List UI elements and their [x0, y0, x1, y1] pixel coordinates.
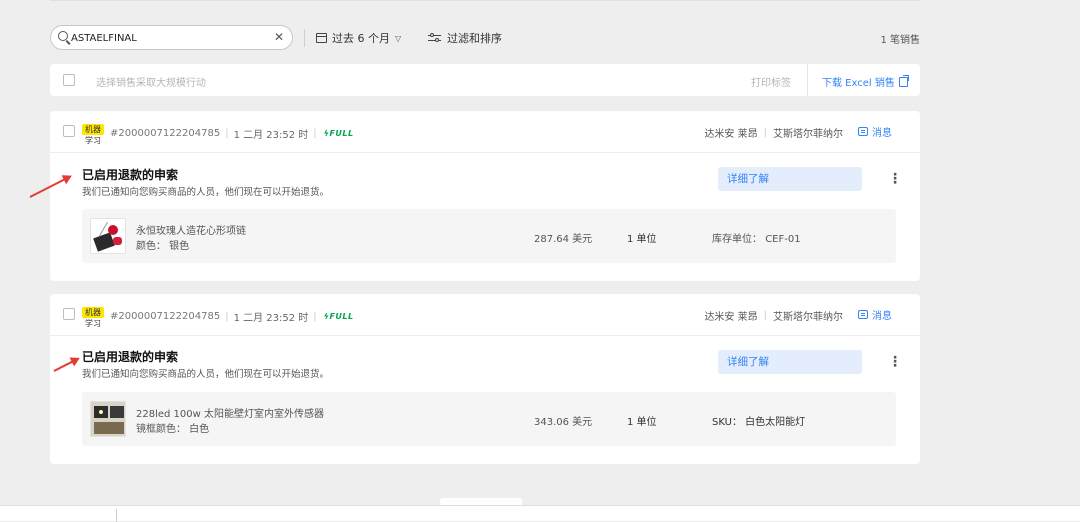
period-label: 过去 6 个月 [332, 32, 390, 45]
bulk-divider [807, 64, 808, 96]
external-sheet-icon [898, 74, 909, 87]
period-selector[interactable]: 过去 6 个月 ▽ [316, 30, 401, 46]
order-datetime: 1 二月 23:52 时 [233, 313, 309, 324]
sku-value: 白色太阳能灯 [745, 417, 806, 428]
product-thumbnail[interactable] [90, 218, 126, 254]
buyer-info: 达米安 莱昂 | 艾斯塔尔菲纳尔 [704, 127, 843, 140]
more-options-icon[interactable]: ⋮ [888, 171, 902, 187]
ml-tag: 机器 学习 [82, 124, 104, 146]
buyer-info: 达米安 莱昂 | 艾斯塔尔菲纳尔 [704, 310, 843, 323]
bulk-actions-bar: 选择销售采取大规模行动 打印标签 下载 Excel 销售 [50, 64, 920, 96]
order-meta: #2000007122204785 | 1 二月 23:52 时 | ϟFULL [110, 128, 354, 141]
claim-description: 我们已通知向您购买商品的人员，他们现在可以开始退货。 [82, 187, 330, 198]
order-number[interactable]: #2000007122204785 [110, 128, 220, 139]
item-units: 1 单位 [627, 417, 657, 428]
order-number[interactable]: #2000007122204785 [110, 311, 220, 322]
product-variation: 颜色： 银色 [136, 241, 190, 252]
ml-tag: 机器 学习 [82, 307, 104, 329]
top-divider [50, 0, 920, 1]
ml-tag-top: 机器 [82, 307, 104, 318]
order-card: 机器 学习 #2000007122204785 | 1 二月 23:52 时 |… [50, 294, 920, 464]
item-units: 1 单位 [627, 234, 657, 245]
order-item: 228led 100w 太阳能壁灯室内室外传感器 镜框颜色： 白色 343.06… [82, 392, 896, 446]
filter-sort-button[interactable]: 过滤和排序 [428, 30, 502, 46]
more-options-icon[interactable]: ⋮ [888, 354, 902, 370]
item-sku: SKU： 白色太阳能灯 [712, 413, 805, 428]
item-price: 287.64 美元 [534, 234, 593, 245]
order-card: 机器 学习 #2000007122204785 | 1 二月 23:52 时 |… [50, 111, 920, 281]
order-checkbox[interactable] [63, 308, 75, 320]
order-checkbox[interactable] [63, 125, 75, 137]
ml-tag-bottom: 学习 [85, 319, 101, 328]
learn-more-button[interactable]: 详细了解 [718, 167, 862, 191]
select-all-checkbox[interactable] [63, 74, 75, 86]
chat-icon [858, 310, 868, 319]
chevron-down-icon: ▽ [395, 33, 402, 43]
download-excel-label: 下载 Excel 销售 [822, 78, 895, 89]
claim-description: 我们已通知向您购买商品的人员，他们现在可以开始退货。 [82, 369, 330, 380]
clear-search-icon[interactable]: ✕ [274, 30, 284, 44]
chat-icon [858, 127, 868, 136]
message-button[interactable]: 消息 [858, 307, 920, 322]
bulk-hint: 选择销售采取大规模行动 [96, 78, 206, 89]
ml-tag-top: 机器 [82, 124, 104, 135]
message-label: 消息 [872, 311, 892, 322]
order-header: 机器 学习 #2000007122204785 | 1 二月 23:52 时 |… [50, 111, 920, 153]
product-name[interactable]: 永恒玫瑰人造花心形项链 [136, 222, 246, 237]
item-price: 343.06 美元 [534, 417, 593, 428]
sku-label: SKU： [712, 417, 742, 428]
print-labels-button[interactable]: 打印标签 [751, 74, 791, 89]
search-icon [58, 31, 68, 41]
learn-more-button[interactable]: 详细了解 [718, 350, 862, 374]
sku-label: 库存单位： [712, 234, 762, 245]
bottom-bar [0, 505, 1080, 522]
order-item: 永恒玫瑰人造花心形项链 颜色： 银色 287.64 美元 1 单位 库存单位： … [82, 209, 896, 263]
message-label: 消息 [872, 128, 892, 139]
full-badge: ϟFULL [323, 312, 354, 321]
order-header: 机器 学习 #2000007122204785 | 1 二月 23:52 时 |… [50, 294, 920, 336]
search-input[interactable] [71, 30, 266, 46]
filter-sort-label: 过滤和排序 [447, 32, 502, 45]
sliders-icon [428, 33, 441, 43]
full-badge: ϟFULL [323, 129, 354, 138]
item-sku: 库存单位： CEF-01 [712, 230, 801, 245]
buyer-alt-name: 艾斯塔尔菲纳尔 [773, 312, 843, 323]
product-variation: 镜框颜色： 白色 [136, 424, 210, 435]
claim-title: 已启用退款的申索 [82, 168, 179, 182]
download-excel-button[interactable]: 下载 Excel 销售 [822, 74, 909, 89]
claim-title: 已启用退款的申索 [82, 350, 179, 364]
order-meta: #2000007122204785 | 1 二月 23:52 时 | ϟFULL [110, 311, 354, 324]
calendar-icon [316, 33, 327, 43]
buyer-name: 达米安 莱昂 [704, 129, 758, 140]
sku-value: CEF-01 [765, 234, 801, 245]
message-button[interactable]: 消息 [858, 124, 920, 139]
buyer-name: 达米安 莱昂 [704, 312, 758, 323]
search-box[interactable]: ✕ [50, 25, 293, 50]
product-name[interactable]: 228led 100w 太阳能壁灯室内室外传感器 [136, 405, 324, 420]
product-thumbnail[interactable] [90, 401, 126, 437]
order-datetime: 1 二月 23:52 时 [233, 130, 309, 141]
toolbar-divider [304, 29, 305, 47]
sales-count: 1 笔销售 [880, 35, 920, 46]
ml-tag-bottom: 学习 [85, 136, 101, 145]
buyer-alt-name: 艾斯塔尔菲纳尔 [773, 129, 843, 140]
